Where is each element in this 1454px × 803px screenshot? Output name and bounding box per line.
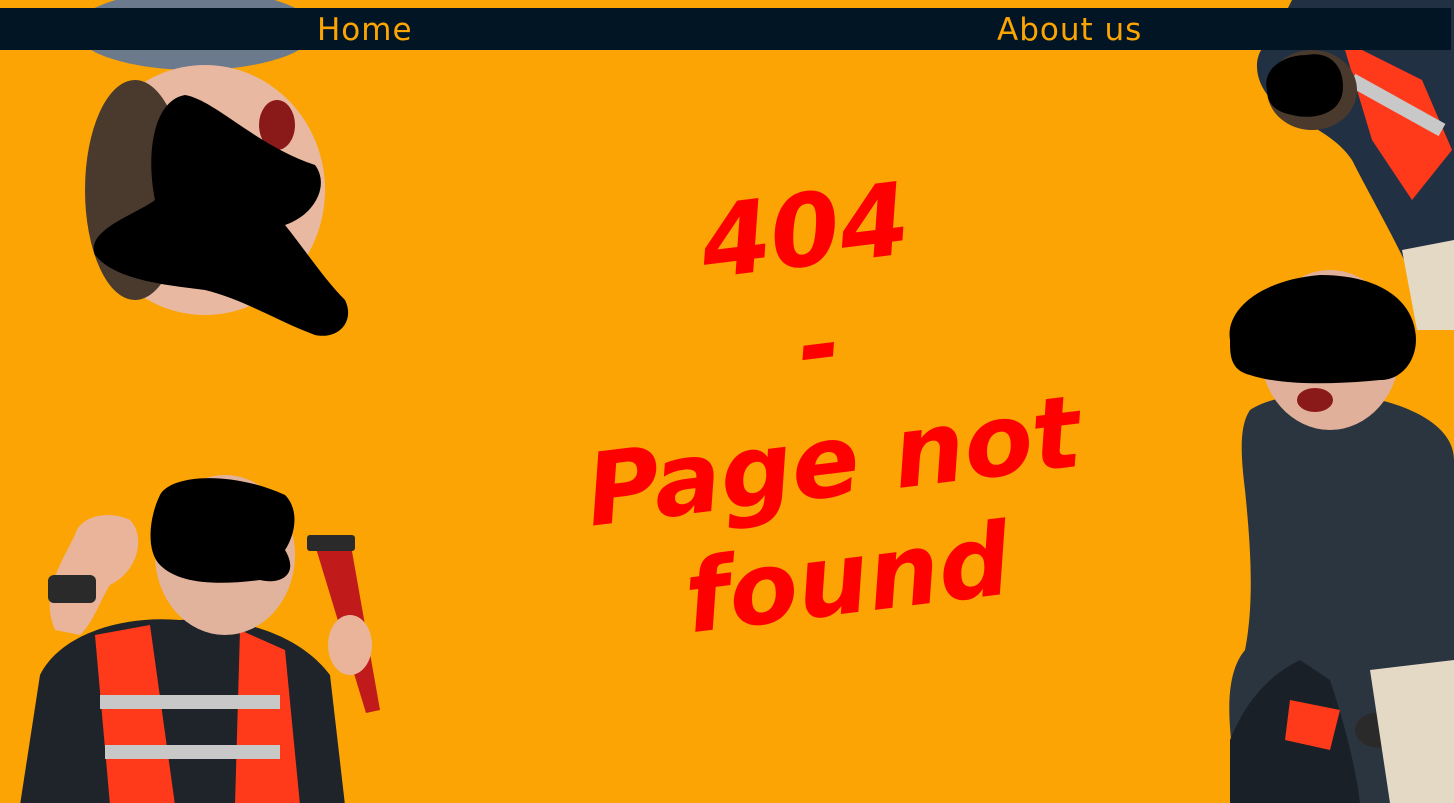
person-hammer-figure	[0, 475, 390, 803]
error-message: 404 - Page not found	[530, 144, 1129, 726]
nav-about-link[interactable]: About us	[997, 14, 1142, 46]
person-shirt-right-figure	[1190, 260, 1454, 803]
person-upside-down-figure	[55, 0, 355, 345]
nav-home-link[interactable]: Home	[317, 14, 413, 46]
error-page: Home About us 404 - Page not found	[0, 0, 1454, 803]
top-nav-bar: Home About us	[0, 8, 1451, 50]
